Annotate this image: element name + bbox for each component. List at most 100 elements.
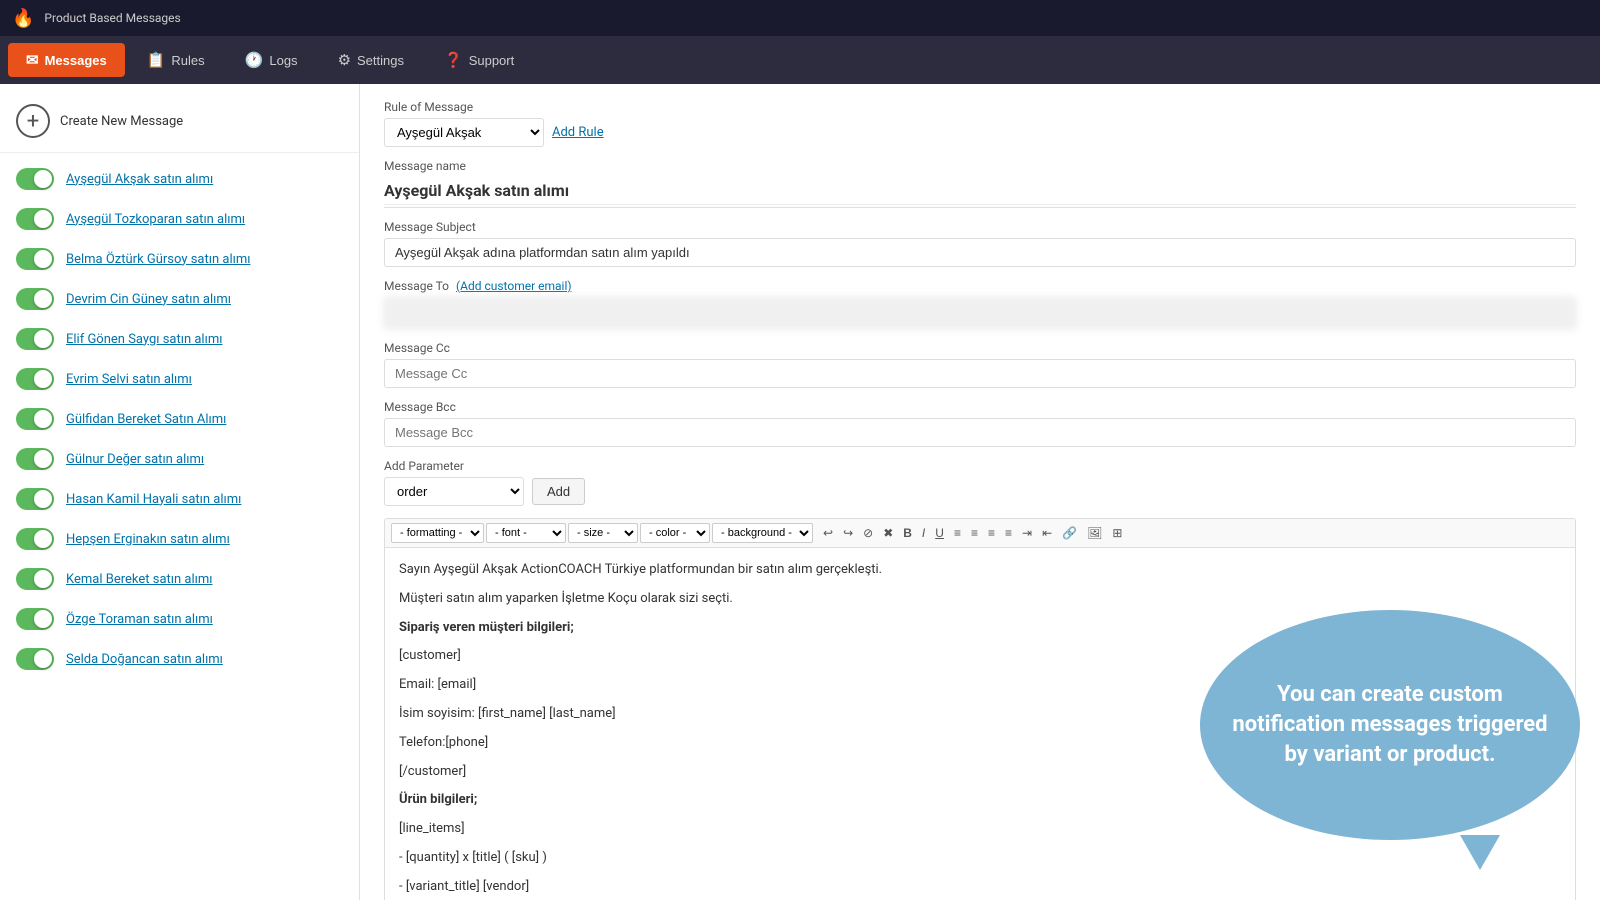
sidebar-item-4[interactable]: Devrim Cin Güney satın alımı — [0, 279, 359, 319]
editor-line-12: - [variant_title] [vendor] — [399, 877, 1561, 898]
rule-select[interactable]: Ayşegül Akşak — [384, 118, 544, 147]
sidebar-item-6[interactable]: Evrim Selvi satın alımı — [0, 359, 359, 399]
content-area: Rule of Message Ayşegül Akşak Add Rule M… — [360, 84, 1600, 900]
toolbar-undo-btn[interactable]: ↩ — [819, 524, 837, 542]
toolbar-italic-btn[interactable]: I — [918, 524, 929, 542]
message-name-group: Message name Ayşegül Akşak satın alımı — [384, 159, 1576, 208]
sidebar-item-1[interactable]: Ayşegül Akşak satın alımı — [0, 159, 359, 199]
sidebar-item-2[interactable]: Ayşegül Tozkoparan satın alımı — [0, 199, 359, 239]
toggle-12[interactable] — [16, 608, 54, 630]
toolbar-icons-group: ↩ ↪ ⊘ ✖ B I U ≡ ≡ ≡ ≡ ⇥ ⇤ 🔗 🖼 ⊞ — [819, 524, 1126, 542]
editor-line-11: - [quantity] x [title] ( [sku] ) — [399, 848, 1561, 869]
font-select[interactable]: - font - — [486, 523, 566, 543]
message-subject-input[interactable] — [384, 238, 1576, 267]
background-select[interactable]: - background - — [712, 523, 813, 543]
add-rule-link[interactable]: Add Rule — [552, 125, 604, 140]
sidebar-item-5[interactable]: Elif Gönen Saygı satın alımı — [0, 319, 359, 359]
toolbar-align-center-btn[interactable]: ≡ — [967, 524, 982, 542]
toolbar-source-btn[interactable]: ⊞ — [1108, 524, 1126, 542]
toolbar-clear-btn[interactable]: ✖ — [879, 524, 897, 542]
sidebar-label-5: Elif Gönen Saygı satın alımı — [66, 332, 222, 347]
toggle-8[interactable] — [16, 448, 54, 470]
message-cc-input[interactable] — [384, 359, 1576, 388]
callout-bubble: You can create custom notification messa… — [1200, 610, 1580, 840]
toggle-10[interactable] — [16, 528, 54, 550]
message-subject-group: Message Subject — [384, 220, 1576, 267]
create-new-message[interactable]: + Create New Message — [0, 94, 359, 153]
message-name-value: Ayşegül Akşak satın alımı — [384, 177, 1576, 205]
toolbar-bold-btn[interactable]: B — [899, 524, 916, 542]
add-parameter-label: Add Parameter — [384, 459, 1576, 473]
sidebar: + Create New Message Ayşegül Akşak satın… — [0, 84, 360, 900]
sidebar-item-13[interactable]: Selda Doğancan satın alımı — [0, 639, 359, 679]
sidebar-label-6: Evrim Selvi satın alımı — [66, 372, 192, 387]
sidebar-item-8[interactable]: Gülnur Değer satın alımı — [0, 439, 359, 479]
message-to-blurred — [384, 297, 1576, 329]
rule-of-message-label: Rule of Message — [384, 100, 1576, 114]
message-to-group: Message To (Add customer email) — [384, 279, 1576, 329]
toggle-11[interactable] — [16, 568, 54, 590]
message-bcc-input[interactable] — [384, 418, 1576, 447]
sidebar-label-11: Kemal Bereket satın alımı — [66, 572, 212, 587]
message-cc-group: Message Cc — [384, 341, 1576, 388]
toolbar-link-btn[interactable]: 🔗 — [1058, 524, 1081, 542]
toggle-5[interactable] — [16, 328, 54, 350]
add-customer-email-link[interactable]: (Add customer email) — [456, 279, 572, 293]
nav-messages[interactable]: ✉ Messages — [8, 43, 125, 77]
rule-row: Ayşegül Akşak Add Rule — [384, 118, 1576, 147]
support-icon: ❓ — [444, 51, 463, 69]
messages-icon: ✉ — [26, 51, 39, 69]
toggle-7[interactable] — [16, 408, 54, 430]
toggle-1[interactable] — [16, 168, 54, 190]
nav-rules[interactable]: 📋 Rules — [129, 43, 223, 77]
sidebar-item-7[interactable]: Gülfidan Bereket Satın Alımı — [0, 399, 359, 439]
settings-icon: ⚙ — [338, 51, 351, 69]
sidebar-label-12: Özge Toraman satın alımı — [66, 612, 213, 627]
message-bcc-label: Message Bcc — [384, 400, 1576, 414]
sidebar-item-12[interactable]: Özge Toraman satın alımı — [0, 599, 359, 639]
sidebar-label-8: Gülnur Değer satın alımı — [66, 452, 204, 467]
message-to-label: Message To (Add customer email) — [384, 279, 1576, 293]
toolbar-indent-btn[interactable]: ⇥ — [1018, 524, 1036, 542]
sidebar-label-13: Selda Doğancan satın alımı — [66, 652, 223, 667]
nav-support[interactable]: ❓ Support — [426, 43, 532, 77]
nav-logs[interactable]: 🕐 Logs — [227, 43, 316, 77]
sidebar-item-11[interactable]: Kemal Bereket satın alımı — [0, 559, 359, 599]
param-select[interactable]: order — [384, 477, 524, 506]
editor-toolbar: - formatting - - font - - size - - color… — [384, 518, 1576, 547]
toolbar-align-left-btn[interactable]: ≡ — [950, 524, 965, 542]
message-name-label: Message name — [384, 159, 1576, 173]
toolbar-list-btn[interactable]: ≡ — [1001, 524, 1016, 542]
toggle-6[interactable] — [16, 368, 54, 390]
top-header: 🔥 Product Based Messages — [0, 0, 1600, 36]
toolbar-format-btn[interactable]: ⊘ — [859, 524, 877, 542]
add-parameter-button[interactable]: Add — [532, 478, 585, 505]
app-title: Product Based Messages — [44, 11, 180, 25]
message-bcc-group: Message Bcc — [384, 400, 1576, 447]
toolbar-underline-btn[interactable]: U — [931, 524, 948, 542]
nav-settings[interactable]: ⚙ Settings — [320, 43, 422, 77]
sidebar-item-3[interactable]: Belma Öztürk Gürsoy satın alımı — [0, 239, 359, 279]
plus-icon: + — [16, 104, 50, 138]
color-select[interactable]: - color - — [640, 523, 710, 543]
sidebar-label-4: Devrim Cin Güney satın alımı — [66, 292, 231, 307]
toggle-13[interactable] — [16, 648, 54, 670]
formatting-select[interactable]: - formatting - — [391, 523, 484, 543]
size-select[interactable]: - size - — [568, 523, 638, 543]
toggle-3[interactable] — [16, 248, 54, 270]
toolbar-align-right-btn[interactable]: ≡ — [984, 524, 999, 542]
param-row: order Add — [384, 477, 1576, 506]
toolbar-image-btn[interactable]: 🖼 — [1083, 524, 1106, 542]
toggle-9[interactable] — [16, 488, 54, 510]
toggle-4[interactable] — [16, 288, 54, 310]
toolbar-redo-btn[interactable]: ↪ — [839, 524, 857, 542]
rule-of-message-group: Rule of Message Ayşegül Akşak Add Rule — [384, 100, 1576, 147]
message-cc-label: Message Cc — [384, 341, 1576, 355]
toggle-2[interactable] — [16, 208, 54, 230]
sidebar-item-10[interactable]: Hepşen Erginakın satın alımı — [0, 519, 359, 559]
sidebar-label-3: Belma Öztürk Gürsoy satın alımı — [66, 252, 250, 267]
rules-icon: 📋 — [147, 51, 166, 69]
editor-line-1: Sayın Ayşegül Akşak ActionCOACH Türkiye … — [399, 560, 1561, 581]
sidebar-item-9[interactable]: Hasan Kamil Hayali satın alımı — [0, 479, 359, 519]
toolbar-outdent-btn[interactable]: ⇤ — [1038, 524, 1056, 542]
